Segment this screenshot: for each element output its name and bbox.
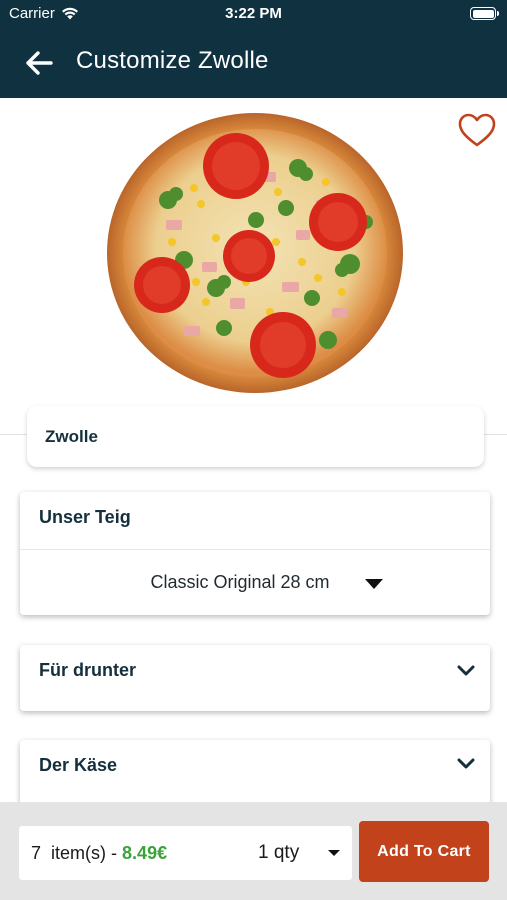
status-time: 3:22 PM: [225, 5, 282, 22]
cart-summary-text: 7 item(s) - 8.49€: [31, 843, 167, 864]
quantity-select[interactable]: 1 qty: [242, 826, 352, 880]
option-heading: Unser Teig: [39, 507, 131, 527]
battery-icon: [470, 7, 499, 20]
option-heading: Für drunter: [39, 660, 136, 680]
product-name: Zwolle: [45, 427, 98, 446]
arrow-left-icon: [26, 51, 53, 75]
option-card-teig: Unser Teig Classic Original 28 cm: [20, 492, 490, 615]
cart-price: 8.49€: [122, 843, 168, 863]
item-count: 7: [31, 843, 42, 863]
status-bar: Carrier 3:22 PM: [0, 0, 507, 28]
option-card-drunter[interactable]: Für drunter: [20, 645, 490, 711]
product-name-card: Zwolle: [27, 406, 484, 467]
chevron-down-icon: [457, 665, 475, 676]
heart-outline-icon: [458, 113, 496, 147]
dough-select-value: Classic Original 28 cm: [150, 572, 330, 592]
cart-summary: 7 item(s) - 8.49€ 1 qty: [19, 826, 352, 880]
chevron-down-icon: [457, 758, 475, 769]
quantity-value: 1 qty: [258, 842, 300, 863]
page-title: Customize Zwolle: [76, 47, 269, 74]
pizza-photo: [107, 113, 403, 393]
items-label: item(s) -: [51, 843, 118, 863]
caret-down-icon: [328, 850, 340, 856]
option-heading: Der Käse: [39, 755, 118, 775]
app-header: Carrier 3:22 PM Customize Zwolle: [0, 0, 507, 98]
favorite-button[interactable]: [458, 112, 496, 150]
dough-select[interactable]: Classic Original 28 cm: [20, 550, 490, 615]
cart-bar: 7 item(s) - 8.49€ 1 qty Add To Cart: [0, 802, 507, 900]
back-button[interactable]: [22, 46, 56, 80]
caret-down-icon: [365, 579, 383, 589]
add-to-cart-button[interactable]: Add To Cart: [359, 821, 489, 882]
